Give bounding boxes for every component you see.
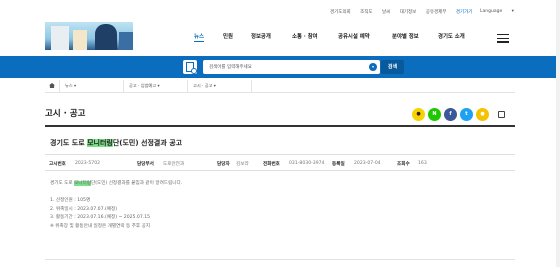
body-line: 3. 활동기간 : 2023.07.16.(예정) ~ 2025.07.15 <box>50 215 151 221</box>
article-meta: 고시번호 2023-5702 담당부서 도로안전과 담당자 김보라 전화번호 0… <box>45 154 515 171</box>
article-title: 경기도 도로 모니터링단(도민) 선정결과 공고 <box>50 139 183 147</box>
page-title: 고시 · 공고 <box>45 109 86 119</box>
gg-link[interactable]: 경기가기 <box>456 10 473 15</box>
utility-link[interactable]: 조직도 <box>360 10 372 15</box>
nav-news[interactable]: 뉴스 <box>194 32 204 42</box>
language-select[interactable]: Language ▾ <box>480 9 514 14</box>
print-icon[interactable] <box>498 111 505 118</box>
utility-link[interactable]: 경기도의회 <box>330 10 351 15</box>
header-banner-image <box>45 22 133 50</box>
article-body: 경기도 도로 모니터링단(도민) 선정결과를 붙임과 같이 알려드립니다. 1.… <box>50 180 182 232</box>
search-input[interactable]: 검색어를 입력해주세요 ▾ <box>203 60 380 74</box>
nav-about[interactable]: 경기도 소개 <box>438 32 465 40</box>
twitter-share-icon[interactable]: t <box>460 108 473 121</box>
chevron-down-icon[interactable]: ▾ <box>369 63 377 71</box>
intro-text: 경기도 도로 모니터링단(도민) 선정결과를 붙임과 같이 알려드립니다. <box>50 181 183 186</box>
utility-bar: 경기도의회 조직도 날씨 대기정보 공유경제부 경기가기 Language ▾ <box>330 9 514 15</box>
utility-link[interactable]: 공유경제부 <box>426 10 447 15</box>
kakaotalk-share-icon[interactable]: ● <box>412 108 425 121</box>
header: 뉴스 민원 정보공개 소통 · 참여 공유시설 예약 분야별 정보 경기도 소개 <box>0 22 560 50</box>
facebook-share-icon[interactable]: f <box>444 108 457 121</box>
utility-link[interactable]: 대기정보 <box>400 10 417 15</box>
nav-info[interactable]: 정보공개 <box>251 32 271 40</box>
breadcrumb-level2[interactable]: 공고 · 입법예고 ▾ <box>129 83 160 89</box>
utility-link[interactable]: 날씨 <box>382 10 390 15</box>
search-band: 검색어를 입력해주세요 ▾ 검색 <box>0 56 560 78</box>
menu-icon[interactable] <box>497 34 509 45</box>
naver-share-icon[interactable]: N <box>428 108 441 121</box>
scrollbar[interactable] <box>556 0 560 267</box>
body-line: 2. 위촉일시 : 2023.07.07.(예정) <box>50 206 118 212</box>
language-label: Language <box>480 9 503 14</box>
title-divider <box>45 125 515 127</box>
search-button[interactable]: 검색 <box>381 60 404 74</box>
nav-field-info[interactable]: 분야별 정보 <box>392 32 419 40</box>
body-line: ※ 위촉장 및 활동안내 일정은 개별연락 등 추후 공지 <box>50 223 151 229</box>
nav-reservation[interactable]: 공유시설 예약 <box>338 32 370 40</box>
kakaostory-share-icon[interactable]: ● <box>476 108 489 121</box>
breadcrumb: 뉴스 ▾ 공고 · 입법예고 ▾ 고시 · 공고 ▾ <box>45 80 515 93</box>
body-line: 1. 선정인원 : 105명 <box>50 198 91 204</box>
body-divider <box>45 259 515 260</box>
nav-participation[interactable]: 소통 · 참여 <box>292 32 318 40</box>
search-placeholder: 검색어를 입력해주세요 <box>209 65 252 70</box>
breadcrumb-level1[interactable]: 뉴스 ▾ <box>65 83 76 89</box>
breadcrumb-level3[interactable]: 고시 · 공고 ▾ <box>193 83 216 89</box>
nav-civil[interactable]: 민원 <box>223 32 233 40</box>
document-search-icon <box>183 60 197 74</box>
home-icon[interactable] <box>49 83 55 88</box>
